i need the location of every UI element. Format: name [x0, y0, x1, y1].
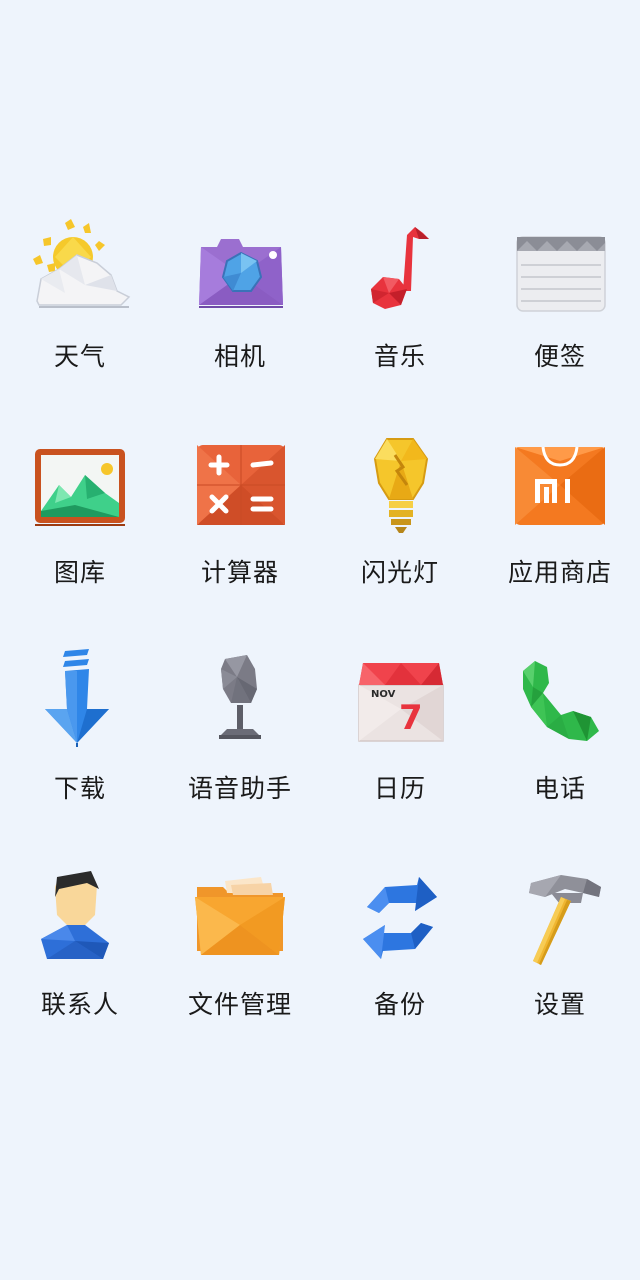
app-file-manager[interactable]: 文件管理	[160, 858, 320, 1074]
app-flashlight[interactable]: 闪光灯	[320, 426, 480, 642]
phone-icon	[505, 647, 615, 757]
notes-icon	[505, 215, 615, 325]
weather-icon	[25, 215, 135, 325]
app-notes[interactable]: 便签	[480, 210, 640, 426]
app-store-icon: MI	[505, 431, 615, 541]
calculator-icon	[185, 431, 295, 541]
app-settings[interactable]: 设置	[480, 858, 640, 1074]
home-screen: { "apps": [ {"label":"天气","icon":"weathe…	[0, 0, 640, 1280]
app-label: 闪光灯	[360, 558, 439, 587]
calendar-icon: NOV 7	[345, 647, 455, 757]
app-label: 联系人	[40, 990, 119, 1019]
app-phone[interactable]: 电话	[480, 642, 640, 858]
app-label: 电话	[533, 774, 586, 803]
file-manager-icon	[185, 863, 295, 973]
app-label: 图库	[53, 558, 106, 587]
app-backup[interactable]: 备份	[320, 858, 480, 1074]
app-label: 应用商店	[507, 558, 612, 587]
app-calculator[interactable]: 计算器	[160, 426, 320, 642]
app-store[interactable]: MI 应用商店	[480, 426, 640, 642]
app-label: 便签	[533, 342, 586, 371]
music-icon	[345, 215, 455, 325]
app-label: 天气	[53, 342, 106, 371]
download-icon	[25, 647, 135, 757]
camera-icon	[185, 215, 295, 325]
app-label: 文件管理	[187, 990, 292, 1019]
calendar-day: 7	[399, 698, 423, 738]
app-camera[interactable]: 相机	[160, 210, 320, 426]
app-label: 备份	[373, 990, 426, 1019]
app-calendar[interactable]: NOV 7 日历	[320, 642, 480, 858]
app-label: 日历	[373, 774, 426, 803]
store-brand-text: MI	[587, 538, 589, 540]
voice-assistant-icon	[185, 647, 295, 757]
backup-icon	[345, 863, 455, 973]
app-label: 计算器	[200, 558, 279, 587]
settings-icon	[505, 863, 615, 973]
app-label: 语音助手	[187, 774, 292, 803]
app-weather[interactable]: 天气	[0, 210, 160, 426]
app-label: 相机	[213, 342, 266, 371]
app-music[interactable]: 音乐	[320, 210, 480, 426]
app-label: 音乐	[373, 342, 426, 371]
app-gallery[interactable]: 图库	[0, 426, 160, 642]
calendar-month: NOV	[371, 689, 396, 700]
app-label: 设置	[533, 990, 586, 1019]
app-label: 下载	[53, 774, 106, 803]
app-grid: 天气 相机 音乐 便签 图库 计算器 闪光灯 MI 应用商店 下载 语音助手 N…	[0, 210, 640, 1074]
flashlight-icon	[345, 431, 455, 541]
app-download[interactable]: 下载	[0, 642, 160, 858]
gallery-icon	[25, 431, 135, 541]
app-contacts[interactable]: 联系人	[0, 858, 160, 1074]
app-voice-assistant[interactable]: 语音助手	[160, 642, 320, 858]
contacts-icon	[25, 863, 135, 973]
